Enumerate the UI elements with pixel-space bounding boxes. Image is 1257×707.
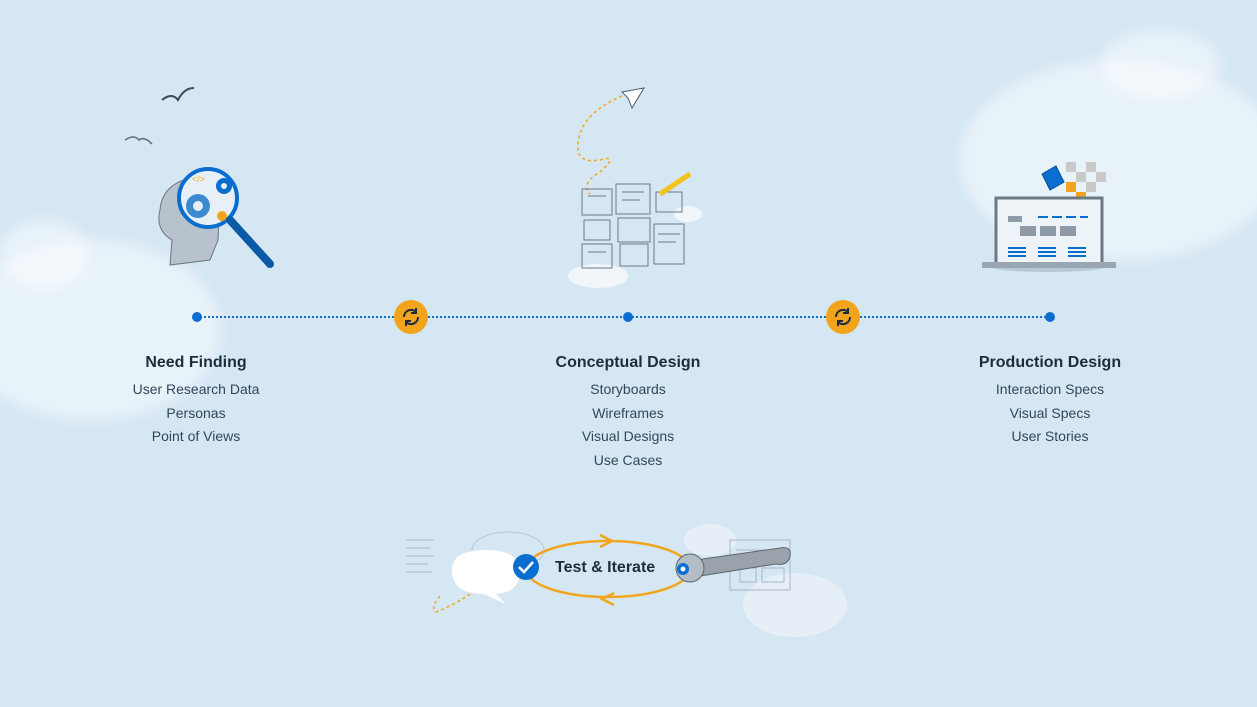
bird-icon	[124, 136, 153, 145]
timeline-dot-production-design	[1045, 312, 1055, 322]
timeline-dot-need-finding	[192, 312, 202, 322]
phase-item: User Stories	[1011, 428, 1089, 444]
bird-icon	[161, 87, 195, 102]
svg-text:</>: </>	[192, 174, 205, 184]
cloud-left-small	[0, 220, 90, 290]
head-magnifier-icon: </>	[158, 167, 274, 268]
refresh-cycle-icon	[826, 300, 860, 334]
phase-item: Interaction Specs	[995, 381, 1105, 397]
phase-item: Point of Views	[151, 428, 241, 444]
phase-item: Visual Specs	[1009, 404, 1091, 421]
phase-item: Wireframes	[592, 404, 664, 421]
phase-title: Need Finding	[145, 354, 247, 371]
phase-item: Use Cases	[593, 451, 663, 468]
cloud-right-top	[1100, 30, 1220, 100]
phase-need-finding: Need Finding User Research Data Personas…	[66, 352, 326, 449]
timeline-dot-conceptual-design	[623, 312, 633, 322]
phase-production-design: Production Design Interaction Specs Visu…	[920, 352, 1180, 449]
phase-item: Storyboards	[590, 381, 666, 397]
phase-title: Production Design	[978, 354, 1122, 371]
test-iterate-label: Test & Iterate	[555, 559, 656, 576]
refresh-cycle-icon	[394, 300, 428, 334]
laptop-paint-icon	[982, 162, 1116, 272]
chat-wrench-icon	[406, 524, 847, 637]
phase-title: Conceptual Design	[555, 354, 701, 371]
phase-conceptual-design: Conceptual Design Storyboards Wireframes…	[498, 352, 758, 472]
sketch-paper-plane-icon	[568, 87, 702, 288]
phase-item: User Research Data	[132, 381, 260, 397]
phase-item: Visual Designs	[581, 428, 675, 444]
phase-item: Personas	[166, 404, 226, 421]
